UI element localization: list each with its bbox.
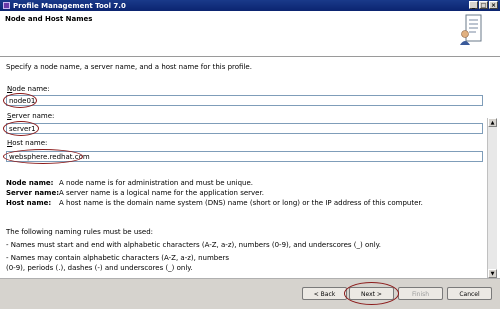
scroll-down-icon[interactable]: ▼ — [488, 269, 497, 278]
node-name-label: Node name: — [7, 85, 50, 93]
finish-button: Finish — [398, 287, 443, 300]
page-title: Node and Host Names — [5, 15, 93, 23]
server-name-label: Server name: — [7, 112, 55, 120]
title-bar: Profile Management Tool 7.0 _ □ × — [0, 0, 500, 11]
rule-line: - Names may contain alphabetic character… — [6, 254, 230, 262]
definition-host: Host name: A host name is the domain nam… — [6, 199, 423, 207]
rules-title: The following naming rules must be used: — [6, 228, 154, 236]
host-name-input[interactable] — [6, 151, 483, 162]
naming-rules: The following naming rules must be used:… — [6, 227, 381, 273]
cancel-button[interactable]: Cancel — [447, 287, 492, 300]
rule-line: - Names must start and end with alphabet… — [6, 241, 382, 249]
app-icon — [3, 2, 10, 9]
wizard-header: Node and Host Names — [0, 11, 500, 57]
server-name-input[interactable] — [6, 123, 483, 134]
definition-node: Node name: A node name is for administra… — [6, 179, 253, 187]
minimize-button[interactable]: _ — [469, 1, 478, 9]
scroll-up-icon[interactable]: ▲ — [488, 118, 497, 127]
close-button[interactable]: × — [489, 1, 498, 9]
maximize-button[interactable]: □ — [479, 1, 488, 9]
window-title: Profile Management Tool 7.0 — [13, 1, 126, 10]
back-button[interactable]: < Back — [302, 287, 347, 300]
node-name-input[interactable] — [6, 95, 483, 106]
wizard-footer: < Back Next > Finish Cancel — [0, 278, 500, 309]
rule-line: (0-9), periods (.), dashes (-) and under… — [6, 264, 193, 272]
document-person-icon — [460, 14, 482, 45]
next-button[interactable]: Next > — [349, 287, 394, 300]
intro-text: Specify a node name, a server name, and … — [6, 63, 252, 71]
host-name-label: Host name: — [7, 139, 48, 147]
wizard-content: Specify a node name, a server name, and … — [0, 57, 500, 278]
window-controls: _ □ × — [469, 1, 498, 9]
vertical-scrollbar[interactable]: ▲ ▼ — [487, 118, 497, 278]
definition-server: Server name: A server name is a logical … — [6, 189, 264, 197]
